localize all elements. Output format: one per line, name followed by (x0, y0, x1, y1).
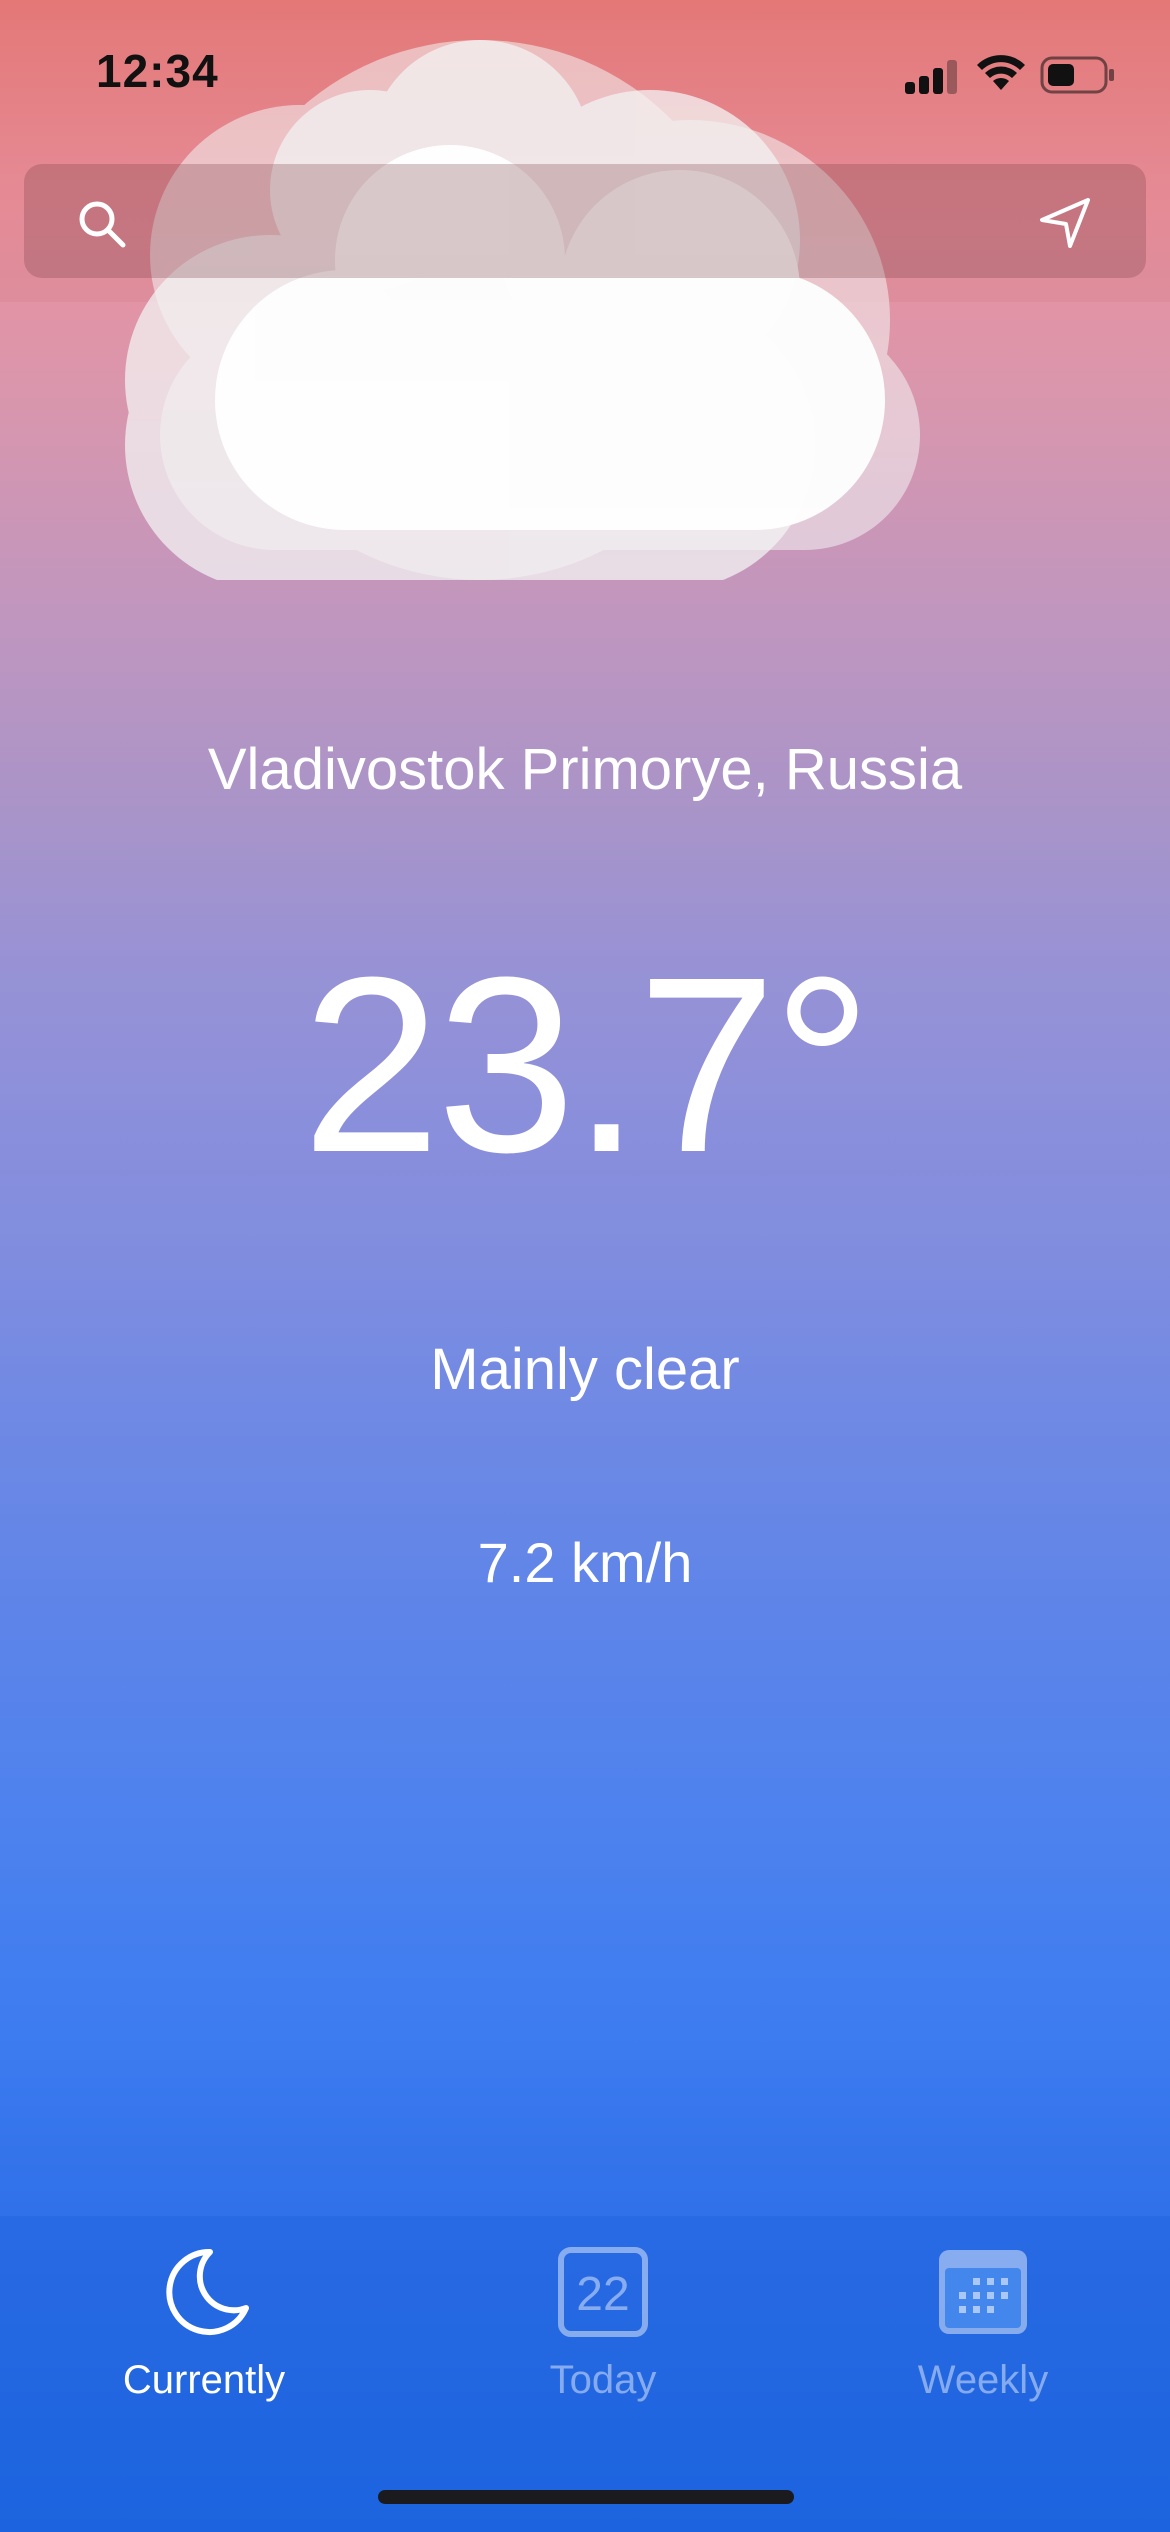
wifi-icon (977, 55, 1025, 90)
temperature-value: 23.7° (301, 925, 873, 1204)
location-arrow-icon[interactable] (1038, 196, 1092, 250)
tab-today[interactable]: 22 Today (473, 2246, 733, 2446)
status-bar: 12:34 (0, 0, 1170, 150)
battery-icon (1040, 56, 1114, 94)
cellular-signal-icon (905, 60, 957, 94)
calendar-week-icon (939, 2250, 1027, 2334)
tab-bar: Currently 22 Today Weekly (0, 2216, 1170, 2532)
search-input[interactable] (154, 186, 998, 258)
search-bar (24, 164, 1146, 278)
home-indicator[interactable] (378, 2490, 794, 2504)
calendar-day-number: 22 (576, 2268, 629, 2321)
moon-icon (166, 2248, 249, 2335)
tab-weekly[interactable]: Weekly (853, 2246, 1113, 2446)
tab-today-label: Today (549, 2358, 657, 2402)
search-icon[interactable] (76, 198, 128, 250)
city-name: Vladivostok Primorye, Russia (207, 737, 963, 802)
tab-weekly-label: Weekly (917, 2358, 1049, 2402)
calendar-day-icon: 22 (558, 2247, 648, 2337)
tab-currently[interactable]: Currently (74, 2246, 334, 2446)
weather-condition: Mainly clear (430, 1337, 740, 1402)
wind-speed: 7.2 km/h (477, 1531, 693, 1594)
tab-currently-label: Currently (122, 2358, 286, 2402)
status-time: 12:34 (96, 45, 219, 97)
